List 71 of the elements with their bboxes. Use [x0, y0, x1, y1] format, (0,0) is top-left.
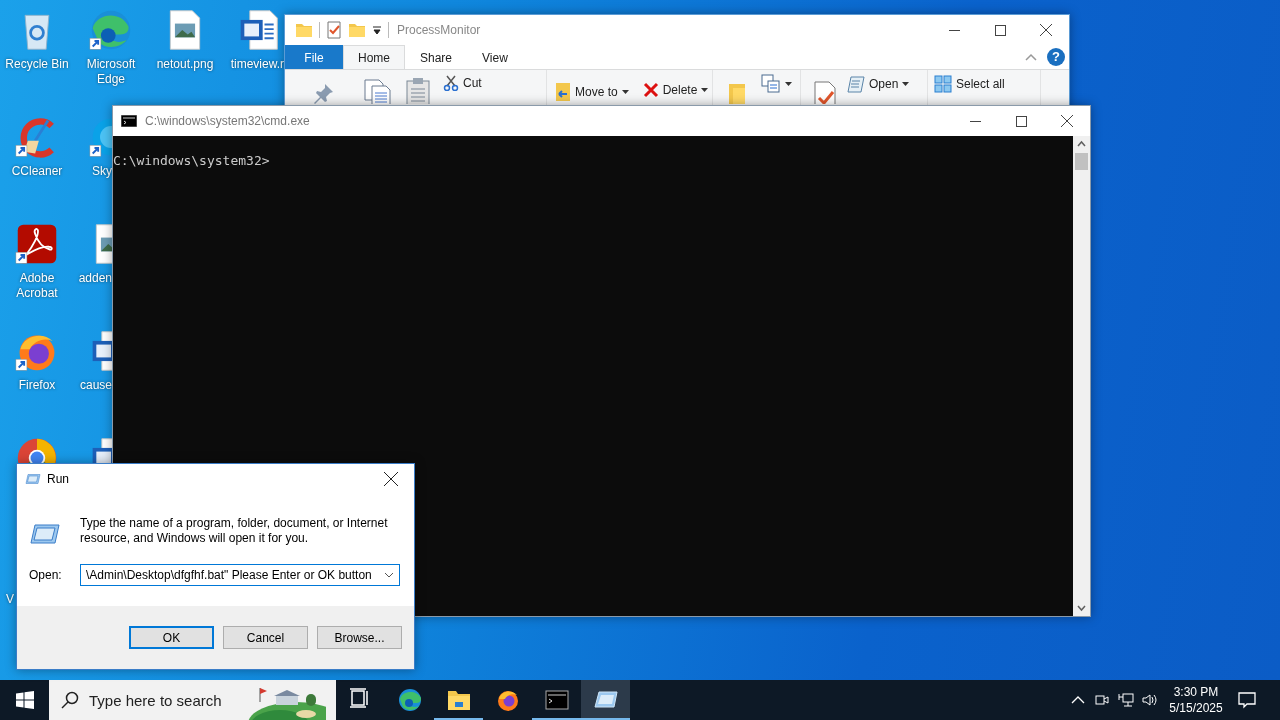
close-icon[interactable]: [384, 472, 398, 486]
browser-icon[interactable]: [89, 8, 133, 52]
icon-label: timeview.r: [230, 57, 284, 72]
ribbon-button[interactable]: Cut: [443, 75, 482, 91]
icon-label: Firefox: [17, 378, 57, 393]
icon-label: Microsoft Edge: [85, 57, 137, 87]
window-title: Run: [47, 472, 69, 486]
ribbon-tab[interactable]: Share: [405, 45, 468, 69]
search-field[interactable]: Type here to search: [89, 691, 234, 709]
scrollbar[interactable]: [1073, 136, 1090, 616]
dialog-description: Type the name of a program, folder, document, or Internet resource, and Windows will open it for you.: [80, 516, 389, 546]
run-program-icon: [29, 522, 61, 546]
dropdown-icon[interactable]: [384, 572, 394, 578]
ribbon-tab[interactable]: View: [467, 45, 523, 69]
icon-label: Adobe Acrobat: [15, 271, 59, 301]
close-icon[interactable]: [1040, 24, 1052, 36]
copy-icon[interactable]: [363, 78, 391, 104]
file-menu-tab[interactable]: File: [285, 45, 343, 69]
app-window-icon: [25, 473, 41, 485]
console-icon: [544, 688, 569, 712]
close-icon[interactable]: [1061, 115, 1073, 127]
search-icon: [61, 691, 79, 709]
maximize-icon[interactable]: [994, 24, 1006, 36]
collapse-icon[interactable]: [1025, 53, 1037, 61]
icon-label: CCleaner: [10, 164, 64, 179]
notepad-icon: [847, 75, 865, 93]
dialog-button[interactable]: OK: [129, 626, 214, 649]
console-icon: [121, 115, 137, 127]
icon-label: V: [6, 592, 14, 607]
clock-date: 5/15/2025: [1169, 700, 1223, 716]
icon-label: cause: [79, 378, 112, 393]
icon-label: adden: [78, 271, 112, 286]
console-line: C:\windows\system32>: [113, 152, 271, 169]
notification-icon[interactable]: [1237, 690, 1257, 710]
window-title: ProcessMonitor: [397, 23, 481, 37]
delete-icon: [642, 82, 659, 98]
field-label: Open:: [29, 568, 63, 582]
properties-icon[interactable]: [813, 80, 837, 104]
camera-icon[interactable]: [1094, 692, 1110, 708]
ribbon-button[interactable]: Delete: [642, 82, 709, 98]
icon-label: netout.png: [155, 57, 215, 72]
dialog-button[interactable]: Cancel: [223, 626, 308, 649]
taskbar-button[interactable]: [581, 680, 630, 720]
network-icon[interactable]: [1118, 692, 1134, 708]
start-icon[interactable]: [15, 691, 34, 709]
folder-icon: [446, 688, 471, 712]
help-button[interactable]: ?: [1047, 48, 1065, 66]
ribbon-button[interactable]: Move to: [555, 82, 629, 102]
icon-label: Sky: [92, 164, 112, 179]
ribbon-button[interactable]: Select all: [934, 75, 1005, 93]
icon-label: Recycle Bin: [4, 57, 70, 72]
caret-icon[interactable]: [372, 25, 382, 35]
scroll-thumb[interactable]: [1075, 153, 1088, 170]
window-title: C:\windows\system32\cmd.exe: [145, 114, 310, 128]
pdf-app-icon[interactable]: [15, 222, 59, 266]
select-all-icon: [934, 75, 952, 93]
clipboard-icon[interactable]: [405, 77, 431, 104]
clock-time: 3:30 PM: [1173, 684, 1219, 700]
open-combobox[interactable]: \Admin\Desktop\dfgfhf.bat" Please Enter or OK button: [80, 564, 400, 586]
folder-icon: [295, 21, 313, 39]
ribbon-button[interactable]: Open: [847, 75, 910, 93]
move-to-folder-icon: [555, 82, 571, 102]
scissors-icon: [443, 75, 459, 91]
properties-icon[interactable]: [326, 21, 342, 39]
browser-icon: [495, 688, 520, 712]
dialog-button[interactable]: Browse...: [317, 626, 402, 649]
volume-icon[interactable]: [1142, 692, 1158, 708]
maximize-icon[interactable]: [1015, 115, 1027, 127]
copy-to-icon[interactable]: [761, 74, 781, 94]
browser-icon: [397, 688, 422, 712]
ribbon-tab[interactable]: Home: [343, 45, 405, 69]
